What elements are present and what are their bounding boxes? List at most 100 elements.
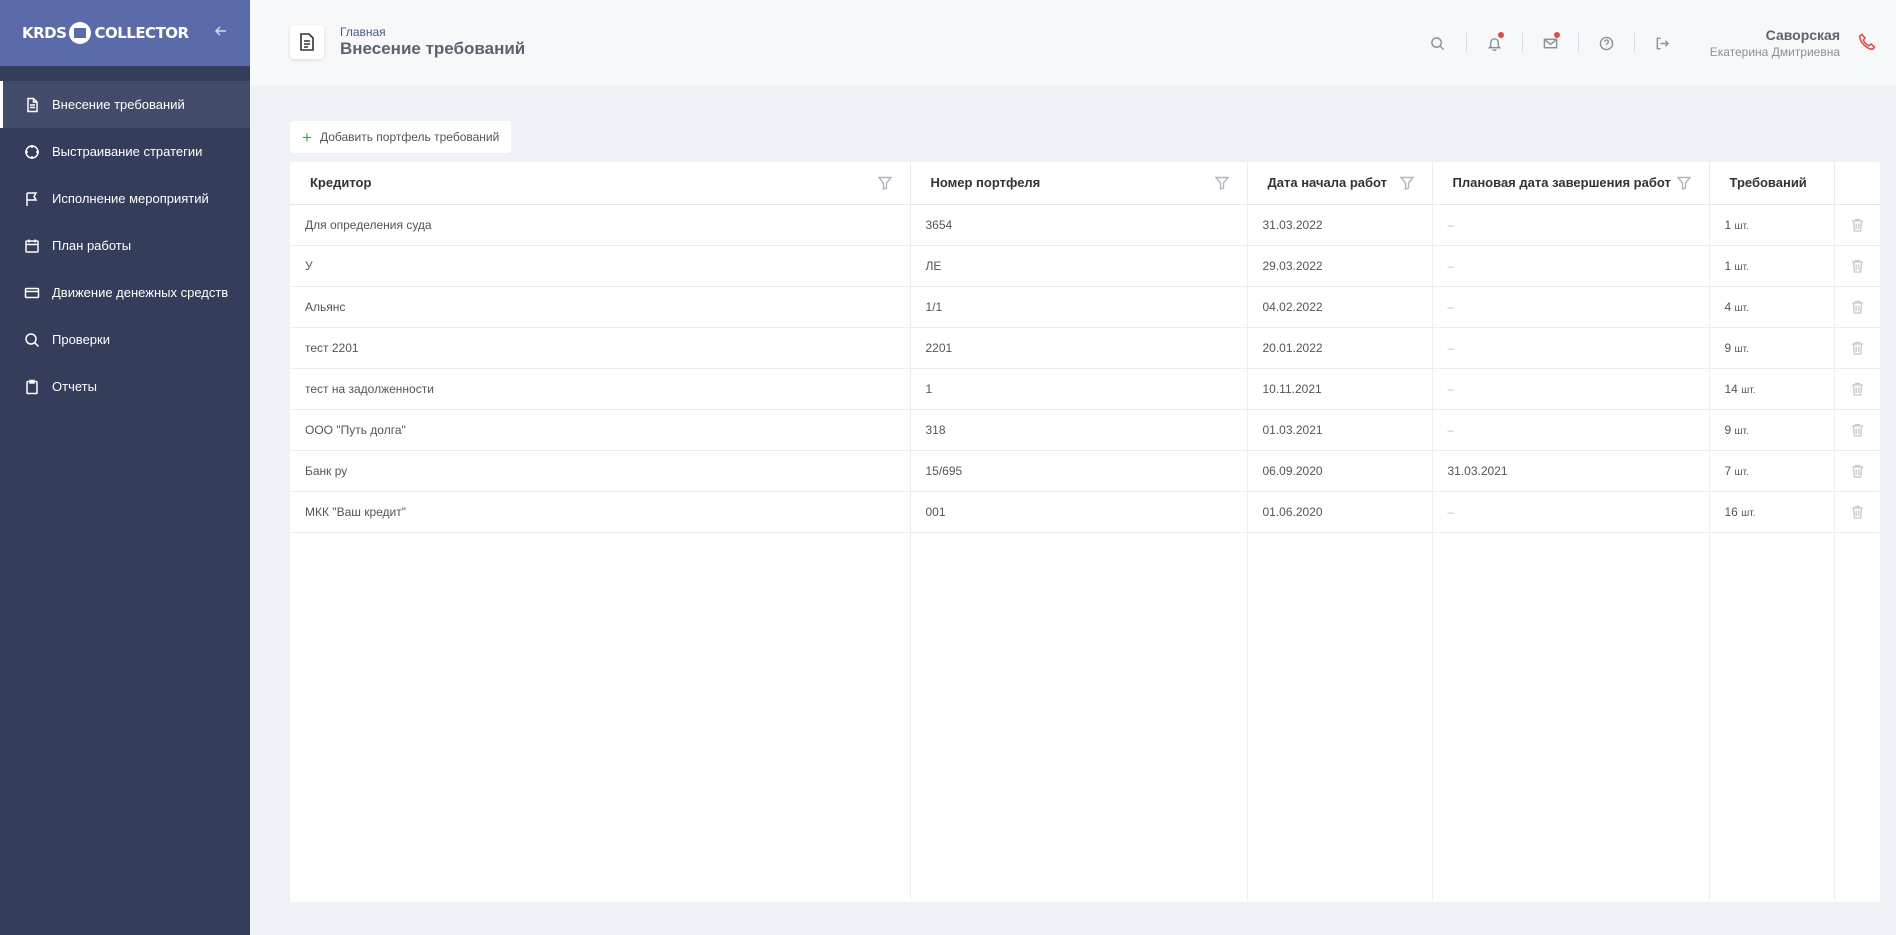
delete-button[interactable] bbox=[1834, 204, 1880, 246]
cell-count: 9 шт. bbox=[1709, 327, 1835, 369]
user-last-name: Саворская bbox=[1765, 27, 1840, 43]
search-icon bbox=[24, 332, 40, 348]
sidebar-header: KRDS COLLECTOR bbox=[0, 0, 250, 66]
sidebar-item-label: Проверки bbox=[52, 332, 110, 347]
cell-creditor: Для определения суда bbox=[290, 204, 911, 246]
sidebar-item-label: Внесение требований bbox=[52, 97, 185, 112]
filter-icon[interactable] bbox=[877, 176, 892, 190]
clipboard-icon bbox=[24, 379, 40, 395]
cell-portfolio: 001 bbox=[910, 491, 1248, 533]
table-row[interactable]: Для определения суда 3654 31.03.2022 – 1… bbox=[290, 204, 1880, 246]
document-icon bbox=[24, 97, 40, 113]
cell-count: 14 шт. bbox=[1709, 368, 1835, 410]
sidebar-item-label: Движение денежных средств bbox=[52, 285, 229, 300]
sidebar-item-checks[interactable]: Проверки bbox=[0, 316, 250, 363]
logo-box-icon bbox=[69, 22, 92, 44]
delete-button[interactable] bbox=[1834, 491, 1880, 533]
page-title: Внесение требований bbox=[340, 39, 526, 58]
delete-button[interactable] bbox=[1834, 450, 1880, 492]
trash-icon bbox=[1851, 423, 1863, 437]
table-row[interactable]: Банк ру 15/695 06.09.2020 31.03.2021 7 ш… bbox=[290, 450, 1880, 492]
column-header-start-date[interactable]: Дата начала работ bbox=[1247, 162, 1433, 205]
filter-icon[interactable] bbox=[1676, 176, 1691, 190]
cell-start-date: 04.02.2022 bbox=[1247, 286, 1433, 328]
trash-icon bbox=[1851, 464, 1863, 478]
cell-creditor: МКК "Ваш кредит" bbox=[290, 491, 911, 533]
trash-icon bbox=[1851, 218, 1863, 232]
filter-icon[interactable] bbox=[1399, 176, 1414, 190]
delete-button[interactable] bbox=[1834, 409, 1880, 451]
flag-icon bbox=[24, 191, 40, 207]
logo[interactable]: KRDS COLLECTOR bbox=[22, 22, 189, 44]
filter-icon[interactable] bbox=[1214, 176, 1229, 190]
column-header-creditor[interactable]: Кредитор bbox=[290, 162, 911, 205]
table-body: Для определения суда 3654 31.03.2022 – 1… bbox=[290, 204, 1880, 901]
cell-end-date: 31.03.2021 bbox=[1432, 450, 1710, 492]
sidebar-item-label: Исполнение мероприятий bbox=[52, 191, 209, 206]
breadcrumb-home-link[interactable]: Главная bbox=[340, 25, 386, 39]
column-header-planned-end-date[interactable]: Плановая дата завершения работ bbox=[1432, 162, 1710, 205]
logout-button[interactable] bbox=[1633, 33, 1690, 53]
add-portfolio-button[interactable]: + Добавить портфель требований bbox=[290, 121, 512, 153]
cell-count: 1 шт. bbox=[1709, 204, 1835, 246]
cell-start-date: 01.03.2021 bbox=[1247, 409, 1433, 451]
cell-end-date: – bbox=[1432, 204, 1710, 246]
delete-button[interactable] bbox=[1834, 368, 1880, 410]
cell-portfolio: 1 bbox=[910, 368, 1248, 410]
sidebar-item-cash-flow[interactable]: Движение денежных средств bbox=[0, 269, 250, 316]
cell-count: 7 шт. bbox=[1709, 450, 1835, 492]
column-header-claims-count[interactable]: Требований bbox=[1709, 162, 1835, 205]
trash-icon bbox=[1851, 505, 1863, 519]
delete-button[interactable] bbox=[1834, 245, 1880, 287]
cell-count: 1 шт. bbox=[1709, 245, 1835, 287]
cell-end-date: – bbox=[1432, 491, 1710, 533]
table-row[interactable]: тест 2201 2201 20.01.2022 – 9 шт. bbox=[290, 327, 1880, 369]
sidebar-item-actions[interactable]: Исполнение мероприятий bbox=[0, 175, 250, 222]
user-profile[interactable]: Саворская Екатерина Дмитриевна bbox=[1710, 27, 1840, 59]
search-icon bbox=[1431, 36, 1445, 50]
table-row[interactable]: ООО "Путь долга" 318 01.03.2021 – 9 шт. bbox=[290, 409, 1880, 451]
table-row[interactable]: Альянс 1/1 04.02.2022 – 4 шт. bbox=[290, 286, 1880, 328]
cell-portfolio: 15/695 bbox=[910, 450, 1248, 492]
cell-portfolio: ЛЕ bbox=[910, 245, 1248, 287]
cell-portfolio: 1/1 bbox=[910, 286, 1248, 328]
sidebar-item-label: Отчеты bbox=[52, 379, 97, 394]
phone-button[interactable] bbox=[1858, 33, 1878, 53]
trash-icon bbox=[1851, 259, 1863, 273]
cell-start-date: 29.03.2022 bbox=[1247, 245, 1433, 287]
top-header: Главная Внесение требований Саворская Ек… bbox=[250, 0, 1896, 86]
cell-end-date: – bbox=[1432, 286, 1710, 328]
cell-creditor: ООО "Путь долга" bbox=[290, 409, 911, 451]
collapse-sidebar-button[interactable] bbox=[214, 24, 228, 43]
cell-creditor: тест на задолженности bbox=[290, 368, 911, 410]
cell-start-date: 10.11.2021 bbox=[1247, 368, 1433, 410]
table-row[interactable]: тест на задолженности 1 10.11.2021 – 14 … bbox=[290, 368, 1880, 410]
notifications-button[interactable] bbox=[1465, 32, 1522, 53]
cell-creditor: тест 2201 bbox=[290, 327, 911, 369]
message-dot bbox=[1553, 32, 1560, 38]
help-button[interactable] bbox=[1577, 33, 1634, 53]
cell-portfolio: 2201 bbox=[910, 327, 1248, 369]
table-header-row: Кредитор Номер портфеля Дата начала рабо… bbox=[290, 162, 1880, 205]
user-first-names: Екатерина Дмитриевна bbox=[1709, 45, 1840, 59]
table-row[interactable]: У ЛЕ 29.03.2022 – 1 шт. bbox=[290, 245, 1880, 287]
delete-button[interactable] bbox=[1834, 286, 1880, 328]
target-icon bbox=[24, 144, 40, 160]
sidebar-item-strategy[interactable]: Выстраивание стратегии bbox=[0, 128, 250, 175]
add-portfolio-label: Добавить портфель требований bbox=[319, 130, 500, 144]
search-button[interactable] bbox=[1410, 33, 1466, 53]
sidebar-item-reports[interactable]: Отчеты bbox=[0, 363, 250, 410]
delete-button[interactable] bbox=[1834, 327, 1880, 369]
messages-button[interactable] bbox=[1521, 32, 1578, 53]
header-tools: Саворская Екатерина Дмитриевна bbox=[1410, 0, 1896, 86]
sidebar-item-work-plan[interactable]: План работы bbox=[0, 222, 250, 269]
logout-icon bbox=[1656, 37, 1669, 49]
sidebar: KRDS COLLECTOR Внесение требований Выстр… bbox=[0, 0, 250, 935]
table-empty-space bbox=[290, 532, 1880, 901]
cell-portfolio: 3654 bbox=[910, 204, 1248, 246]
trash-icon bbox=[1851, 300, 1863, 314]
column-header-portfolio[interactable]: Номер портфеля bbox=[910, 162, 1248, 205]
table-row[interactable]: МКК "Ваш кредит" 001 01.06.2020 – 16 шт. bbox=[290, 491, 1880, 533]
sidebar-item-claims[interactable]: Внесение требований bbox=[0, 81, 250, 128]
cell-portfolio: 318 bbox=[910, 409, 1248, 451]
